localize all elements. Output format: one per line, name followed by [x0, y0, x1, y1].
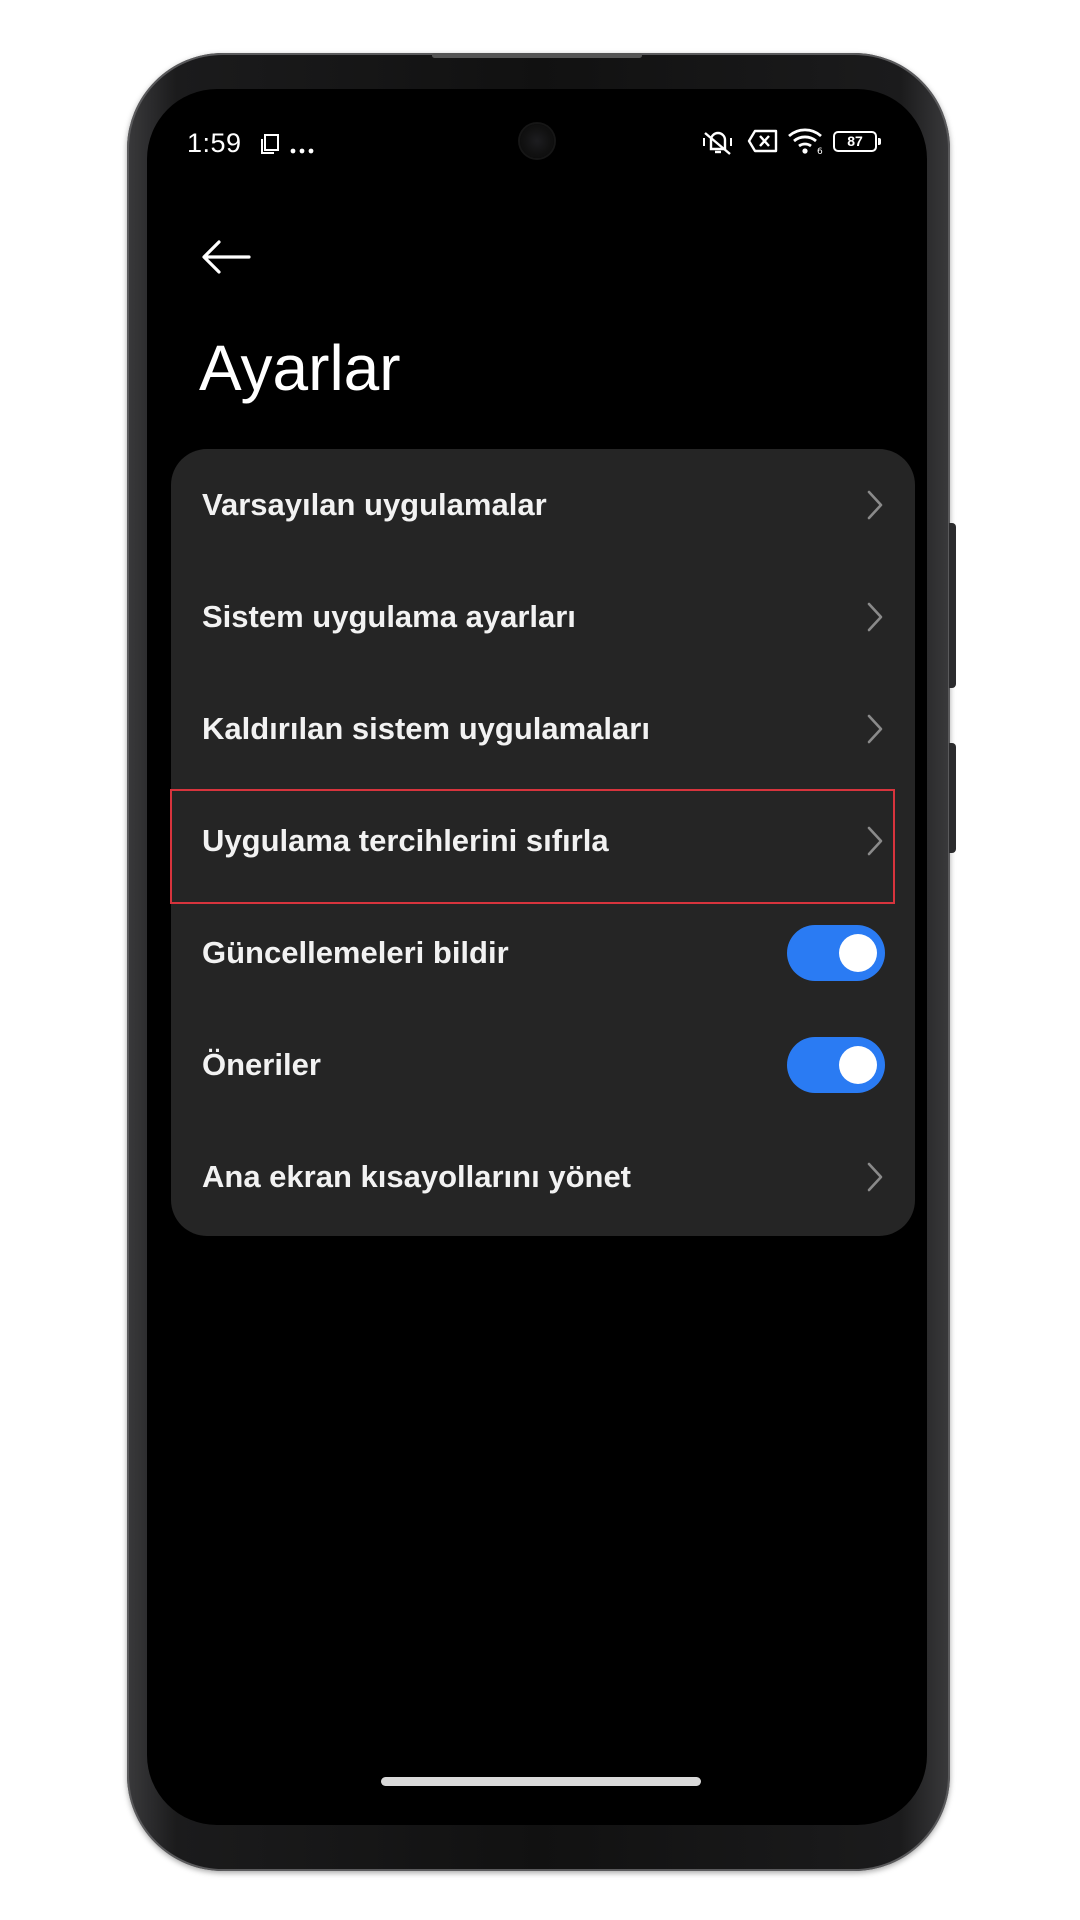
- screen: 1:59 6 87 Ayarlar Varsayılan uygulamalar…: [147, 89, 927, 1825]
- front-camera: [520, 124, 554, 158]
- settings-item-label: Uygulama tercihlerini sıfırla: [202, 823, 609, 858]
- mute-vibrate-icon: [701, 127, 735, 162]
- settings-item-reset-app-preferences[interactable]: Uygulama tercihlerini sıfırla: [171, 785, 915, 897]
- settings-item-uninstalled-system-apps[interactable]: Kaldırılan sistem uygulamaları: [171, 673, 915, 785]
- power-button: [949, 743, 956, 853]
- back-button[interactable]: [199, 237, 253, 277]
- settings-item-system-app-settings[interactable]: Sistem uygulama ayarları: [171, 561, 915, 673]
- back-arrow-icon: [202, 240, 251, 274]
- chevron-right-icon: [867, 602, 883, 632]
- settings-item-default-apps[interactable]: Varsayılan uygulamalar: [171, 449, 915, 561]
- settings-item-label: Öneriler: [202, 1047, 321, 1082]
- settings-item-label: Sistem uygulama ayarları: [202, 599, 576, 634]
- notify-updates-toggle[interactable]: [787, 925, 885, 981]
- phone-frame: 1:59 6 87 Ayarlar Varsayılan uygulamalar…: [127, 53, 956, 1871]
- settings-item-label: Kaldırılan sistem uygulamaları: [202, 711, 650, 746]
- more-dots-icon: [290, 141, 314, 159]
- frame-seam: [432, 53, 642, 58]
- sim-off-icon: [747, 129, 779, 158]
- chevron-right-icon: [867, 490, 883, 520]
- home-indicator[interactable]: [381, 1777, 701, 1786]
- battery-icon: 87: [833, 131, 881, 152]
- chevron-right-icon: [867, 1162, 883, 1192]
- settings-item-notify-updates: Güncellemeleri bildir: [171, 897, 915, 1009]
- recommendations-toggle[interactable]: [787, 1037, 885, 1093]
- settings-item-recommendations: Öneriler: [171, 1009, 915, 1121]
- toggle-knob: [839, 1046, 877, 1084]
- svg-text:6: 6: [817, 147, 823, 155]
- settings-card: Varsayılan uygulamalar Sistem uygulama a…: [171, 449, 915, 1236]
- settings-item-label: Ana ekran kısayollarını yönet: [202, 1159, 632, 1194]
- chevron-right-icon: [867, 714, 883, 744]
- toggle-knob: [839, 934, 877, 972]
- page-title: Ayarlar: [199, 332, 401, 404]
- volume-button: [949, 523, 956, 688]
- wifi-icon: 6: [787, 127, 825, 160]
- settings-item-label: Varsayılan uygulamalar: [202, 487, 547, 522]
- settings-item-manage-home-shortcuts[interactable]: Ana ekran kısayollarını yönet: [171, 1121, 915, 1233]
- status-time: 1:59: [187, 128, 242, 158]
- chevron-right-icon: [867, 826, 883, 856]
- settings-item-label: Güncellemeleri bildir: [202, 935, 509, 970]
- screenshot-icon: [260, 134, 280, 159]
- status-bar: 1:59 6 87: [147, 89, 927, 179]
